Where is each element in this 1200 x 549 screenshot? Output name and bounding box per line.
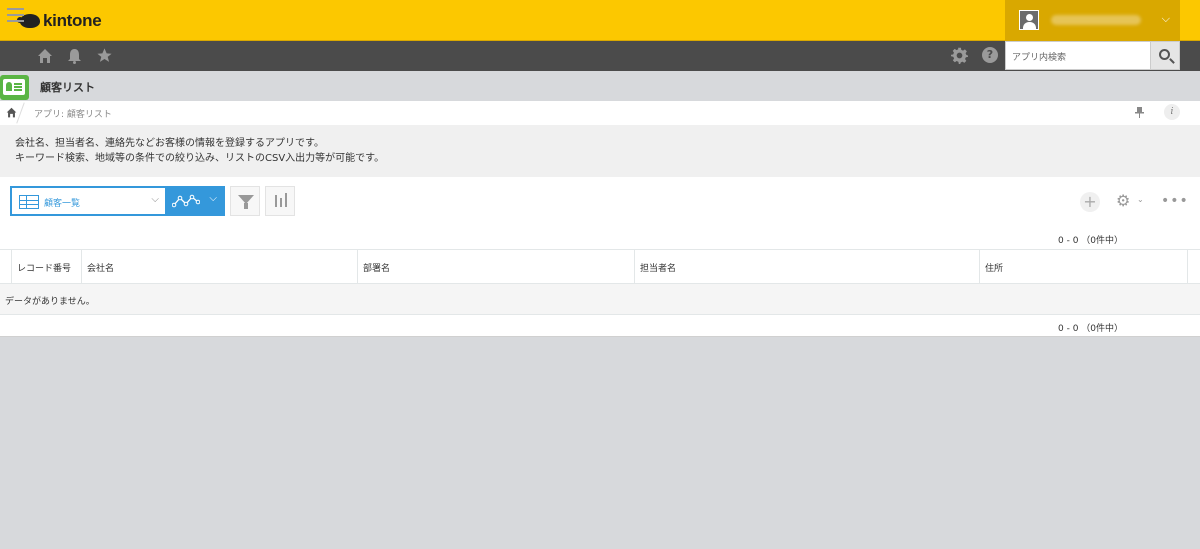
pin-icon[interactable] [1135, 107, 1144, 118]
app-search-input[interactable]: アプリ内検索 [1005, 41, 1151, 70]
column-header-department[interactable]: 部署名 [357, 249, 634, 284]
chevron-down-icon: ⌵ [209, 193, 217, 204]
column-header-contact-person[interactable]: 担当者名 [634, 249, 979, 284]
description-line: キーワード検索、地域等の条件での絞り込み、リストのCSV入出力等が可能です。 [15, 153, 385, 164]
empty-table-row [0, 284, 1200, 315]
app-settings-icon[interactable]: ⚙ [1116, 192, 1130, 210]
panel-divider [0, 336, 1200, 337]
column-header-address[interactable]: 住所 [979, 249, 1187, 284]
kintone-logo[interactable]: kintone [17, 11, 102, 31]
view-selector[interactable]: 顧客一覧 ⌵ [10, 186, 167, 216]
logo-text: kintone [43, 11, 102, 30]
table-view-icon [19, 195, 39, 209]
home-icon[interactable] [37, 48, 53, 64]
graph-menu-button[interactable]: ⌵ [167, 186, 225, 216]
search-button[interactable] [1151, 41, 1180, 70]
column-header-record-number[interactable]: レコード番号 [11, 249, 81, 284]
breadcrumb-app-link[interactable]: アプリ: 顧客リスト [34, 107, 112, 120]
user-menu[interactable]: ⌵ [1005, 0, 1180, 40]
header-edge [1180, 0, 1200, 40]
star-icon[interactable] [96, 47, 113, 64]
chevron-down-icon[interactable]: ⌄ [1137, 195, 1144, 204]
app-header [0, 71, 1200, 101]
description-line: 会社名、担当者名、連絡先などお客様の情報を登録するアプリです。 [15, 138, 324, 149]
add-record-button[interactable]: + [1080, 192, 1100, 212]
menu-icon[interactable] [7, 8, 24, 22]
user-avatar-icon [1019, 10, 1039, 30]
pager-bottom: 0 - 0 （0件中） [1058, 324, 1124, 334]
more-options-icon[interactable]: ••• [1161, 192, 1189, 210]
app-description: 会社名、担当者名、連絡先などお客様の情報を登録するアプリです。 キーワード検索、… [15, 136, 384, 166]
info-icon[interactable]: i [1164, 104, 1180, 120]
bell-icon[interactable] [67, 48, 82, 64]
user-name-blurred [1051, 15, 1141, 25]
chevron-down-icon: ⌵ [151, 194, 159, 205]
chart-button[interactable] [265, 186, 295, 216]
app-icon [0, 75, 29, 100]
column-header-end [1187, 249, 1188, 284]
chevron-down-icon: ⌵ [1161, 12, 1170, 25]
pager-top: 0 - 0 （0件中） [1058, 236, 1124, 246]
search-icon [1159, 49, 1170, 60]
help-glyph: ? [986, 48, 994, 61]
line-graph-icon [172, 194, 200, 208]
breadcrumb-home-icon[interactable] [6, 107, 17, 118]
breadcrumb [0, 101, 1200, 125]
bar-chart-icon [275, 195, 277, 207]
view-selector-label: 顧客一覧 [44, 199, 81, 209]
column-header-company[interactable]: 会社名 [81, 249, 357, 284]
app-title[interactable]: 顧客リスト [40, 79, 95, 95]
help-icon[interactable]: ? [982, 47, 998, 63]
filter-button[interactable] [230, 186, 260, 216]
empty-message: データがありません。 [5, 297, 95, 307]
gear-icon[interactable] [951, 47, 968, 64]
